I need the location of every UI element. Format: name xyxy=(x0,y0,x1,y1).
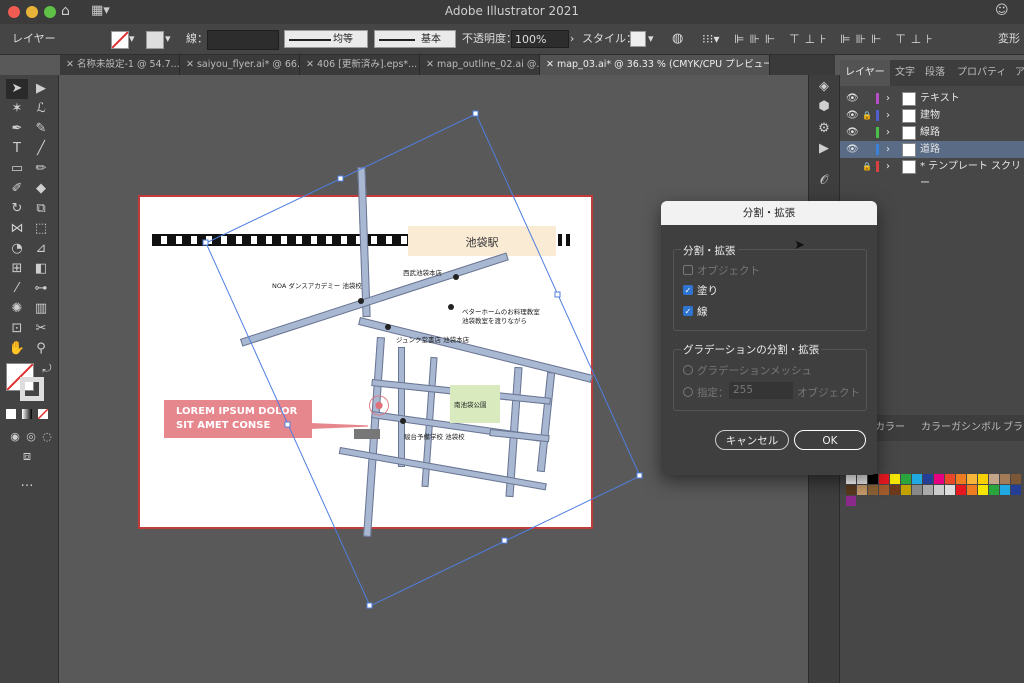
swatch[interactable] xyxy=(890,485,900,495)
swatches-grid[interactable] xyxy=(846,474,1024,530)
visibility-eye-icon[interactable]: 👁 xyxy=(846,141,859,158)
swatch[interactable] xyxy=(879,485,889,495)
swatch[interactable] xyxy=(1011,485,1021,495)
panel-icon-5[interactable]: 𝒪 xyxy=(813,171,835,191)
layer-row[interactable]: 👁 🔒 › 建物 xyxy=(840,107,1024,124)
tab-brushes[interactable]: ブラシ xyxy=(998,415,1024,441)
expand-chevron-icon[interactable]: › xyxy=(886,141,890,158)
tab-layers[interactable]: レイヤー xyxy=(840,60,890,86)
tab-properties[interactable]: プロパティ xyxy=(952,60,1011,86)
layer-name: 建物 xyxy=(920,110,940,121)
lock-icon[interactable]: 🔒 xyxy=(862,158,872,175)
object-label: オブジェクト xyxy=(697,265,760,277)
stroke-checkbox[interactable]: ✓ xyxy=(683,306,693,316)
layer-thumbnail xyxy=(902,160,916,174)
tab-character[interactable]: 文字 xyxy=(890,60,920,86)
visibility-eye-icon[interactable]: 👁 xyxy=(846,90,859,107)
swatch[interactable] xyxy=(934,474,944,484)
panel-tab-bar: レイヤー 文字 段落 プロパティ ア xyxy=(840,60,1024,86)
layer-name: 線路 xyxy=(920,127,940,138)
specify-radio[interactable] xyxy=(683,387,693,397)
ok-button[interactable]: OK xyxy=(794,430,866,450)
swatch[interactable] xyxy=(1000,485,1010,495)
layer-name: * テンプレート スクリー xyxy=(920,161,1022,189)
expand-chevron-icon[interactable]: › xyxy=(886,124,890,141)
swatch[interactable] xyxy=(890,474,900,484)
swatch[interactable] xyxy=(978,474,988,484)
gradient-mesh-radio[interactable] xyxy=(683,365,693,375)
swatch[interactable] xyxy=(923,474,933,484)
transform-link[interactable]: 変形 xyxy=(998,30,1020,48)
tab-more[interactable]: ア xyxy=(1010,60,1024,86)
layer-row[interactable]: 👁 › テキスト xyxy=(840,90,1024,107)
panel-icon-4[interactable]: ▶ xyxy=(813,139,835,159)
swatch[interactable] xyxy=(989,485,999,495)
swatch[interactable] xyxy=(967,485,977,495)
specify-label: 指定： xyxy=(697,387,729,399)
swatch[interactable] xyxy=(901,485,911,495)
swatch[interactable] xyxy=(934,485,944,495)
expand-group-title: 分割・拡張 xyxy=(681,243,738,258)
layer-name: テキスト xyxy=(920,93,960,104)
swatch[interactable] xyxy=(1011,474,1021,484)
stroke-label: 線 xyxy=(697,306,708,318)
swatch[interactable] xyxy=(912,474,922,484)
swatch[interactable] xyxy=(868,474,878,484)
swatch[interactable] xyxy=(978,485,988,495)
swatch[interactable] xyxy=(1000,474,1010,484)
layer-color xyxy=(876,144,879,155)
swatch[interactable] xyxy=(857,474,867,484)
swatch[interactable] xyxy=(945,485,955,495)
mouse-cursor-icon: ➤ xyxy=(794,238,805,253)
objects-unit-label: オブジェクト xyxy=(797,387,860,399)
swatch[interactable] xyxy=(901,474,911,484)
cancel-button[interactable]: キャンセル xyxy=(715,430,789,450)
layer-color xyxy=(876,127,879,138)
gradient-mesh-label: グラデーションメッシュ xyxy=(697,365,812,377)
layer-thumbnail xyxy=(902,143,916,157)
layer-thumbnail xyxy=(902,92,916,106)
gradient-group-title: グラデーションの分割・拡張 xyxy=(681,342,822,357)
expand-chevron-icon[interactable]: › xyxy=(886,107,890,124)
swatch[interactable] xyxy=(846,496,856,506)
expand-dialog: 分割・拡張 分割・拡張 オブジェクト ✓ 塗り ✓ 線 グラデーションの分割・拡… xyxy=(661,201,877,475)
layer-color xyxy=(876,161,879,172)
expand-chevron-icon[interactable]: › xyxy=(886,90,890,107)
user-account-icon[interactable]: ☺ xyxy=(995,3,1009,18)
swatch[interactable] xyxy=(846,485,856,495)
swatch[interactable] xyxy=(857,485,867,495)
swatch[interactable] xyxy=(912,485,922,495)
visibility-eye-icon[interactable]: 👁 xyxy=(846,124,859,141)
layer-row[interactable]: 🔒 › * テンプレート スクリー xyxy=(840,158,1024,189)
lock-icon[interactable]: 🔒 xyxy=(862,107,872,124)
object-checkbox[interactable] xyxy=(683,265,693,275)
swatch[interactable] xyxy=(945,474,955,484)
layer-row-selected[interactable]: 👁 › 道路 xyxy=(840,141,1024,158)
visibility-eye-icon[interactable]: 👁 xyxy=(846,107,859,124)
layer-color xyxy=(876,93,879,104)
layer-name: 道路 xyxy=(920,144,940,155)
layer-thumbnail xyxy=(902,126,916,140)
swatch[interactable] xyxy=(846,474,856,484)
dialog-title: 分割・拡張 xyxy=(661,201,877,225)
layer-color xyxy=(876,110,879,121)
swatch[interactable] xyxy=(868,485,878,495)
swatch[interactable] xyxy=(967,474,977,484)
expand-chevron-icon[interactable]: › xyxy=(886,158,890,175)
swatch[interactable] xyxy=(923,485,933,495)
panel-icon-3[interactable]: ⚙ xyxy=(813,119,835,139)
fill-checkbox[interactable]: ✓ xyxy=(683,285,693,295)
specify-count-field[interactable]: 255 xyxy=(729,382,793,399)
tab-paragraph[interactable]: 段落 xyxy=(920,60,950,86)
layer-row[interactable]: 👁 › 線路 xyxy=(840,124,1024,141)
fill-label: 塗り xyxy=(697,285,718,297)
swatch[interactable] xyxy=(879,474,889,484)
swatch[interactable] xyxy=(989,474,999,484)
gradient-group xyxy=(673,349,867,411)
swatch[interactable] xyxy=(956,485,966,495)
panel-icon-1[interactable]: ◈ xyxy=(813,77,835,97)
layer-thumbnail xyxy=(902,109,916,123)
panel-icon-2[interactable]: ⬢ xyxy=(813,97,835,117)
swatch[interactable] xyxy=(956,474,966,484)
